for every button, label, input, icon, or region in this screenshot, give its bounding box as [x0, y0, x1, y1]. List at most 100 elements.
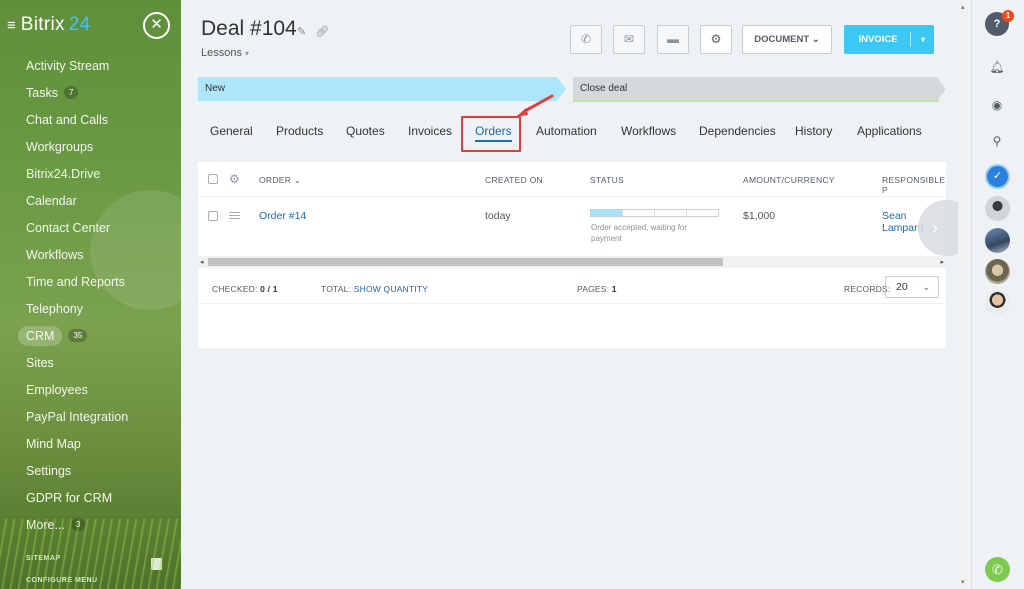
avatar[interactable]	[985, 290, 1010, 315]
select-all-checkbox[interactable]	[208, 174, 218, 184]
sort-chevron-icon: ⌄	[293, 175, 302, 185]
sidebar-item-label: Sites	[26, 355, 54, 370]
tab-products[interactable]: Products	[276, 119, 323, 143]
tab-quotes[interactable]: Quotes	[346, 119, 385, 143]
chevron-down-icon[interactable]: ▾	[915, 25, 931, 54]
email-button[interactable]: ✉	[613, 25, 645, 54]
search-icon[interactable]: ⚲	[985, 129, 1009, 153]
sidebar-item-settings[interactable]: Settings	[0, 457, 181, 484]
stage-new[interactable]: New	[198, 77, 566, 101]
tab-general[interactable]: General	[210, 119, 253, 143]
scroll-down-arrow-icon[interactable]: ▾	[961, 578, 965, 586]
status-progress-bar[interactable]	[590, 209, 719, 217]
document-button[interactable]: DOCUMENT ⌄	[742, 25, 832, 54]
document-label: DOCUMENT	[754, 34, 810, 45]
printer-icon[interactable]	[151, 558, 162, 570]
sidebar-item-workgroups[interactable]: Workgroups	[0, 133, 181, 160]
records-per-page-select[interactable]: 20 ⌄	[885, 276, 939, 298]
gear-icon: ⚙	[710, 32, 722, 46]
tab-applications[interactable]: Applications	[857, 119, 922, 143]
tab-automation[interactable]: Automation	[536, 119, 597, 143]
bell-icon[interactable]: 🔔︎	[985, 55, 1009, 79]
call-button[interactable]: ✆	[570, 25, 602, 54]
link-icon[interactable]: 🔗︎	[315, 26, 329, 38]
title-actions: ✎ 🔗︎	[297, 25, 329, 38]
sidebar-item-contact-center[interactable]: Contact Center	[0, 214, 181, 241]
column-order[interactable]: ORDER ⌄	[259, 175, 301, 186]
sidebar-item-paypal-integration[interactable]: PayPal Integration	[0, 403, 181, 430]
sidebar-item-tasks[interactable]: Tasks 7	[0, 79, 181, 106]
sidebar-item-label: More...	[26, 517, 65, 532]
sidebar-item-label: Chat and Calls	[26, 112, 108, 127]
progress-segment	[654, 210, 655, 216]
scrollbar-thumb[interactable]	[208, 258, 723, 266]
sidebar-item-telephony[interactable]: Telephony	[0, 295, 181, 322]
settings-button[interactable]: ⚙	[700, 25, 732, 54]
tab-history[interactable]: History	[795, 119, 832, 143]
chat-bubble-icon[interactable]: ◉	[985, 93, 1009, 117]
sidebar-item-bitrix24-drive[interactable]: Bitrix24.Drive	[0, 160, 181, 187]
edit-icon[interactable]: ✎	[297, 26, 306, 38]
stage-close-deal[interactable]: Close deal	[573, 77, 946, 101]
avatar[interactable]	[985, 228, 1010, 253]
sidebar-item-label: Calendar	[26, 193, 77, 208]
stage-indicator	[573, 100, 939, 102]
row-menu-icon[interactable]	[229, 212, 240, 219]
shield-avatar-icon[interactable]: ✓	[985, 164, 1010, 189]
sidebar-item-calendar[interactable]: Calendar	[0, 187, 181, 214]
sidebar-item-workflows[interactable]: Workflows	[0, 241, 181, 268]
column-status[interactable]: STATUS	[590, 175, 624, 185]
tab-workflows[interactable]: Workflows	[621, 119, 676, 143]
phone-call-icon[interactable]: ✆	[985, 557, 1010, 582]
tab-dependencies[interactable]: Dependencies	[699, 119, 776, 143]
row-checkbox[interactable]	[208, 211, 218, 221]
scroll-left-arrow-icon[interactable]: ◂	[200, 258, 204, 266]
sidebar-item-label: PayPal Integration	[26, 409, 129, 424]
avatar[interactable]	[985, 196, 1010, 221]
scroll-up-arrow-icon[interactable]: ▴	[961, 3, 965, 11]
logo[interactable]: Bitrix 24	[21, 14, 91, 36]
horizontal-scrollbar[interactable]: ◂ ▸	[198, 256, 946, 268]
grid-footer: CHECKED: 0 / 1 TOTAL: SHOW QUANTITY PAGE…	[198, 268, 946, 304]
tab-invoices[interactable]: Invoices	[408, 119, 452, 143]
annotation-highlight-box	[461, 116, 521, 152]
sidebar-item-more[interactable]: More... 3	[0, 511, 181, 538]
page-scrollbar[interactable]: ▴ ▾	[958, 0, 971, 589]
show-quantity-link[interactable]: SHOW QUANTITY	[354, 284, 428, 294]
invoice-button[interactable]: INVOICE ▾	[844, 25, 934, 54]
sidebar-item-label: Mind Map	[26, 436, 81, 451]
sidebar-item-chat-and-calls[interactable]: Chat and Calls	[0, 106, 181, 133]
sidebar-item-label: Workflows	[26, 247, 84, 262]
logo-row: ≡ Bitrix 24	[7, 14, 91, 36]
table-row[interactable]: Order #14 today Order accepted, waiting …	[198, 198, 946, 256]
order-link[interactable]: Order #14	[259, 210, 306, 222]
sidebar-item-employees[interactable]: Employees	[0, 376, 181, 403]
status-progress-fill	[591, 210, 623, 216]
sidebar-item-label: CRM	[18, 325, 63, 346]
sidebar-item-time-and-reports[interactable]: Time and Reports	[0, 268, 181, 295]
category-label: Lessons	[201, 47, 242, 59]
sidebar-item-gdpr-for-crm[interactable]: GDPR for CRM	[0, 484, 181, 511]
sidebar-item-activity-stream[interactable]: Activity Stream	[0, 52, 181, 79]
hamburger-icon[interactable]: ≡	[7, 18, 16, 33]
sidebar-item-sites[interactable]: Sites	[0, 349, 181, 376]
right-rail: ? 1 🔔︎ ◉ ⚲ ✓ ✆	[971, 0, 1024, 589]
annotation-arrow-icon	[517, 94, 554, 116]
avatar[interactable]	[985, 259, 1010, 284]
column-responsible[interactable]: RESPONSIBLE P	[882, 175, 946, 195]
configure-menu-link[interactable]: CONFIGURE MENU	[26, 577, 98, 584]
status-text: Order accepted, waiting for payment	[591, 223, 688, 243]
column-amount[interactable]: AMOUNT/CURRENCY	[743, 175, 835, 185]
close-icon[interactable]: ✕	[143, 12, 170, 39]
counter-badge: 3	[70, 518, 86, 531]
sidebar-item-label: Employees	[26, 382, 88, 397]
chat-button[interactable]: ▬	[657, 25, 689, 54]
column-created-on[interactable]: CREATED ON	[485, 175, 543, 185]
pages-label: PAGES:	[577, 284, 610, 294]
scroll-right-arrow-icon[interactable]: ▸	[940, 258, 944, 266]
gear-icon[interactable]: ⚙	[229, 172, 240, 186]
sitemap-link[interactable]: SITEMAP	[26, 555, 61, 562]
sidebar-item-crm[interactable]: CRM 35	[0, 322, 181, 349]
category-selector[interactable]: Lessons ▾	[201, 47, 249, 59]
sidebar-item-mind-map[interactable]: Mind Map	[0, 430, 181, 457]
